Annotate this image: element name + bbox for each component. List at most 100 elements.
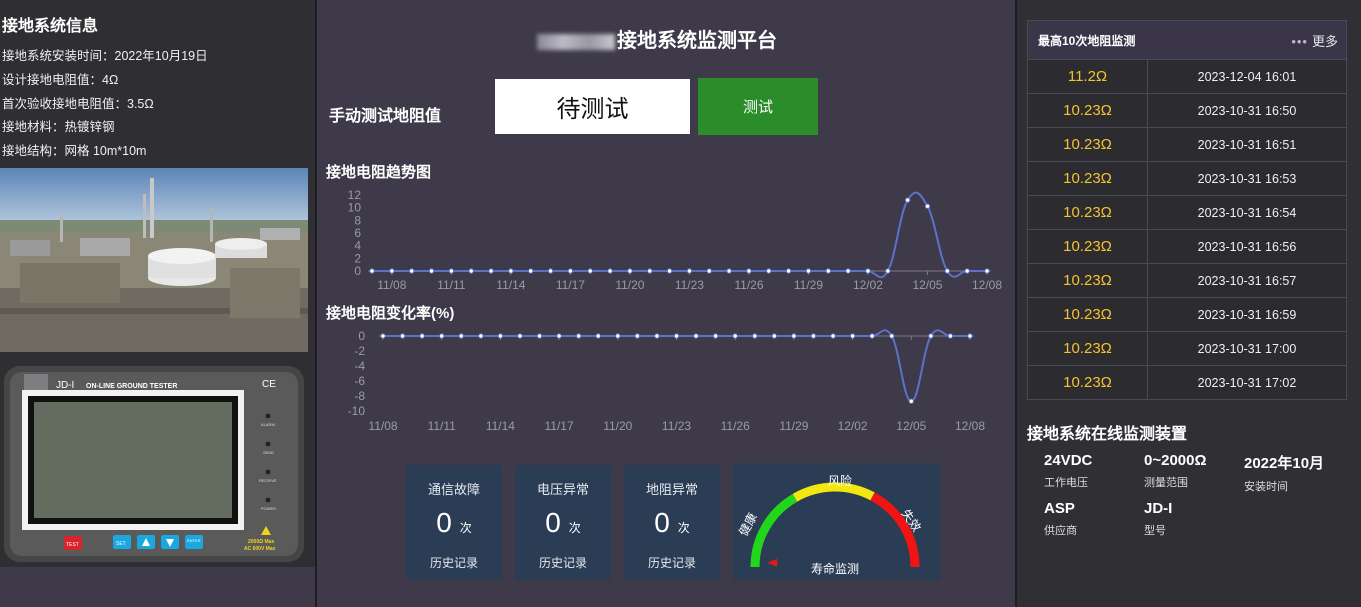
data-point[interactable] <box>647 268 653 274</box>
x-tick-label: 12/02 <box>853 278 883 292</box>
resistance-trend-chart: 024681012 11/08 11/11 11/14 11/17 11/20 11/23 1… <box>348 188 1003 292</box>
data-point[interactable] <box>380 333 386 339</box>
comm-fault-history: 历史记录 <box>429 556 478 570</box>
data-point[interactable] <box>752 333 758 339</box>
data-point[interactable] <box>369 268 375 274</box>
platform-title-text: 接地系统监测平台 <box>617 30 777 52</box>
data-point[interactable] <box>575 333 582 339</box>
x-tick-label: 11/23 <box>662 419 691 433</box>
data-point[interactable] <box>508 268 514 274</box>
data-point[interactable] <box>928 333 934 339</box>
top10-resistance-table: 最高10次地阻监测 ••• 更多 11.2Ω 2023-12-04 16:01 10.… <box>1027 20 1347 400</box>
data-point[interactable] <box>448 268 455 274</box>
data-point[interactable] <box>984 268 990 274</box>
data-point[interactable] <box>889 333 895 339</box>
data-point[interactable] <box>478 333 484 339</box>
data-point[interactable] <box>791 333 797 339</box>
data-point[interactable] <box>947 333 954 339</box>
y-tick-label: -2 <box>354 344 365 358</box>
data-point[interactable] <box>497 333 504 339</box>
data-point[interactable] <box>849 333 856 339</box>
data-point[interactable] <box>607 268 613 274</box>
timestamp-cell: 2023-10-31 17:00 <box>1197 341 1297 356</box>
gauge-life-label: 寿命监测 <box>811 561 859 576</box>
resistance-abnormal-card[interactable]: 地阻异常 0次 历史记录 <box>624 465 720 580</box>
data-point[interactable] <box>488 268 494 274</box>
table-row: 10.23Ω 2023-10-31 16:56 <box>1028 229 1346 263</box>
gauge-healthy-label: 健康 <box>735 510 760 538</box>
data-point[interactable] <box>458 333 464 339</box>
data-point[interactable] <box>944 268 951 274</box>
data-point[interactable] <box>766 268 772 274</box>
data-point[interactable] <box>924 203 931 209</box>
data-point[interactable] <box>805 268 812 274</box>
data-point[interactable] <box>673 333 680 339</box>
resistance-abnormal-label: 地阻异常 <box>645 482 698 497</box>
data-point[interactable] <box>547 268 554 274</box>
resistance-value-cell: 10.23Ω <box>1028 366 1148 399</box>
data-point[interactable] <box>428 268 435 274</box>
spec-install: 2022年10月 安装时间 <box>1244 452 1324 494</box>
data-point[interactable] <box>967 333 973 339</box>
data-point[interactable] <box>587 268 593 274</box>
test-button[interactable]: 测试 <box>698 78 818 135</box>
y-tick-label: -4 <box>354 359 365 373</box>
data-point[interactable] <box>712 333 719 339</box>
data-point[interactable] <box>908 398 914 404</box>
data-point[interactable] <box>567 268 574 274</box>
x-tick-label: 11/26 <box>734 278 763 292</box>
data-point[interactable] <box>885 268 891 274</box>
data-point[interactable] <box>825 268 831 274</box>
data-point[interactable] <box>666 268 673 274</box>
data-point[interactable] <box>865 268 871 274</box>
data-point[interactable] <box>771 333 778 339</box>
data-point[interactable] <box>399 333 406 339</box>
voltage-abnormal-value: 0 <box>545 507 561 538</box>
data-point[interactable] <box>810 333 817 339</box>
data-point[interactable] <box>686 268 693 274</box>
x-tick-label: 11/11 <box>428 419 457 433</box>
grounding-info-title: 接地系统信息 <box>2 18 99 35</box>
data-point[interactable] <box>654 333 660 339</box>
data-point[interactable] <box>845 268 851 274</box>
data-point[interactable] <box>419 333 425 339</box>
data-point[interactable] <box>785 268 792 274</box>
spec-range-label: 测量范围 <box>1144 477 1188 489</box>
data-point[interactable] <box>389 268 395 274</box>
data-point[interactable] <box>615 333 621 339</box>
data-point[interactable] <box>904 197 911 203</box>
led-receive-label: RECEIVE <box>259 478 277 483</box>
data-point[interactable] <box>830 333 836 339</box>
data-point[interactable] <box>746 268 752 274</box>
data-point[interactable] <box>408 268 415 274</box>
data-point[interactable] <box>536 333 543 339</box>
voltage-abnormal-card[interactable]: 电压异常 0次 历史记录 <box>515 465 611 580</box>
timestamp-cell: 2023-10-31 16:59 <box>1197 307 1297 322</box>
x-tick-label: 11/29 <box>794 278 823 292</box>
data-point[interactable] <box>634 333 641 339</box>
data-point[interactable] <box>468 268 474 274</box>
data-point[interactable] <box>726 268 732 274</box>
data-point[interactable] <box>595 333 601 339</box>
data-point[interactable] <box>706 268 712 274</box>
data-point[interactable] <box>732 333 738 339</box>
gauge-risk-arc <box>792 482 875 502</box>
more-link[interactable]: ••• 更多 <box>1291 31 1338 50</box>
data-point[interactable] <box>528 268 534 274</box>
comm-fault-card[interactable]: 通信故障 0次 历史记录 <box>406 465 502 580</box>
spec-model-label: 型号 <box>1144 525 1166 537</box>
resistance-value-cell: 10.23Ω <box>1028 230 1148 263</box>
x-tick-label: 11/17 <box>545 419 574 433</box>
led-send-label: SEND <box>263 450 274 455</box>
data-point[interactable] <box>693 333 699 339</box>
data-point[interactable] <box>517 333 523 339</box>
data-point[interactable] <box>439 333 445 339</box>
top10-table-title: 最高10次地阻监测 <box>1038 33 1136 48</box>
data-point[interactable] <box>964 268 970 274</box>
plant-photo <box>0 168 308 352</box>
x-tick-label: 11/17 <box>556 278 585 292</box>
data-point[interactable] <box>627 268 633 274</box>
data-point[interactable] <box>556 333 562 339</box>
data-point[interactable] <box>869 333 875 339</box>
y-tick-label: 12 <box>348 188 362 202</box>
